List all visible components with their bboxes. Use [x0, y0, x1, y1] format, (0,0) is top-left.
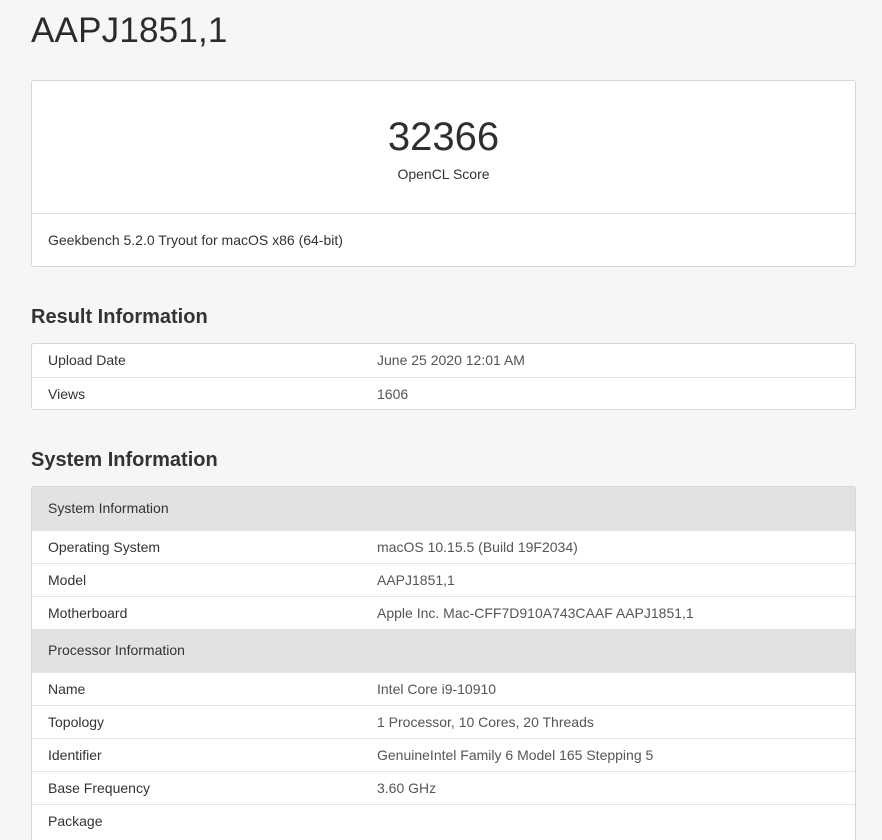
- row-value: June 25 2020 12:01 AM: [377, 352, 525, 368]
- table-row: Upload Date June 25 2020 12:01 AM: [32, 344, 855, 377]
- table-row: Operating System macOS 10.15.5 (Build 19…: [32, 530, 855, 563]
- table-row: Package: [32, 804, 855, 837]
- group-header-processor: Processor Information: [32, 629, 855, 672]
- row-key: Upload Date: [48, 352, 126, 368]
- result-information-heading: Result Information: [31, 306, 208, 328]
- row-key: Motherboard: [48, 605, 128, 621]
- score-card: 32366 OpenCL Score Geekbench 5.2.0 Tryou…: [31, 80, 856, 267]
- page: AAPJ1851,1 32366 OpenCL Score Geekbench …: [0, 0, 882, 840]
- row-key: Model: [48, 572, 87, 588]
- table-row: Base Frequency 3.60 GHz: [32, 771, 855, 804]
- table-row: Identifier GenuineIntel Family 6 Model 1…: [32, 738, 855, 771]
- row-value: 3.60 GHz: [377, 780, 437, 796]
- system-information-table: System Information Operating System macO…: [31, 486, 856, 840]
- opencl-score-label: OpenCL Score: [397, 166, 490, 182]
- row-value: 1606: [377, 386, 409, 402]
- table-row: Motherboard Apple Inc. Mac-CFF7D910A743C…: [32, 596, 855, 629]
- group-title: System Information: [48, 500, 169, 516]
- row-value: Intel Core i9-10910: [377, 681, 497, 697]
- table-row: Name Intel Core i9-10910: [32, 672, 855, 705]
- system-information-heading: System Information: [31, 449, 218, 471]
- row-value: Apple Inc. Mac-CFF7D910A743CAAF AAPJ1851…: [377, 605, 694, 621]
- table-row: Views 1606: [32, 377, 855, 409]
- row-key: Identifier: [48, 747, 102, 763]
- row-key: Package: [48, 813, 103, 829]
- row-value: AAPJ1851,1: [377, 572, 455, 588]
- row-key: Views: [48, 386, 86, 402]
- row-value: 1 Processor, 10 Cores, 20 Threads: [377, 714, 594, 730]
- group-title: Processor Information: [48, 642, 185, 658]
- row-key: Topology: [48, 714, 105, 730]
- row-value: macOS 10.15.5 (Build 19F2034): [377, 539, 578, 555]
- benchmark-version: Geekbench 5.2.0 Tryout for macOS x86 (64…: [48, 232, 343, 248]
- result-information-table: Upload Date June 25 2020 12:01 AM Views …: [31, 343, 856, 410]
- score-header: 32366 OpenCL Score: [32, 81, 855, 214]
- opencl-score-value: 32366: [387, 115, 500, 159]
- group-header-system: System Information: [32, 487, 855, 530]
- row-value: GenuineIntel Family 6 Model 165 Stepping…: [377, 747, 654, 763]
- table-row: Model AAPJ1851,1: [32, 563, 855, 596]
- row-key: Operating System: [48, 539, 161, 555]
- page-title: AAPJ1851,1: [31, 11, 228, 50]
- table-row: Topology 1 Processor, 10 Cores, 20 Threa…: [32, 705, 855, 738]
- row-key: Base Frequency: [48, 780, 150, 796]
- row-key: Name: [48, 681, 86, 697]
